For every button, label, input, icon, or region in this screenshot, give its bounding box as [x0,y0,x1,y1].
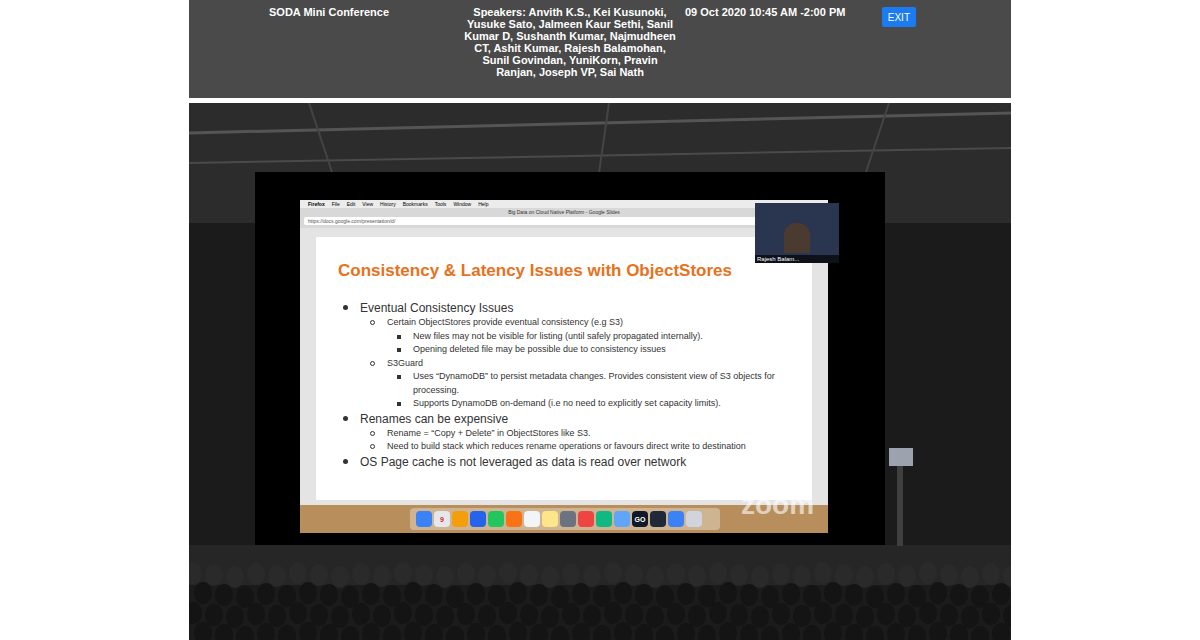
bullet-item: S3GuardUses “DynamoDB” to persist metada… [370,357,790,411]
dock-app-icon[interactable] [416,511,432,527]
menu-item[interactable]: View [362,201,373,207]
address-bar[interactable]: https://docs.google.com/presentation/d/ [304,217,824,225]
projection-screen: Firefox File Edit View History Bookmarks Tools… [255,172,885,545]
dock-app-icon[interactable] [668,511,684,527]
dock-app-icon[interactable] [542,511,558,527]
bullet-ring-icon [370,431,375,436]
dock-app-icon[interactable] [578,511,594,527]
bullet-item: Renames can be expensiveRename = “Copy +… [343,411,790,454]
bullet-list: New files may not be visible for listing… [397,330,790,357]
dock-app-icon[interactable] [560,511,576,527]
bullet-item: New files may not be visible for listing… [397,330,790,344]
dock-app-icon[interactable] [506,511,522,527]
bullet-list: Uses “DynamoDB” to persist metadata chan… [397,370,790,411]
menu-item[interactable]: Edit [347,201,356,207]
dock-app-icon[interactable]: GO [632,511,648,527]
bullet-text: Certain ObjectStores provide eventual co… [387,316,623,330]
bullet-item: Rename = “Copy + Delete” in ObjectStores… [370,427,790,441]
speaker-video-frame [784,223,810,253]
bullet-text: Need to build stack which reduces rename… [387,440,746,454]
speaker-video-thumbnail: Rajesh Balam... [755,203,839,263]
bullet-dot-icon [343,416,348,421]
menu-item[interactable]: Window [453,201,471,207]
bullet-list: Rename = “Copy + Delete” in ObjectStores… [370,427,790,454]
bullet-text: Opening deleted file may be possible due… [413,343,666,357]
screen-share: Firefox File Edit View History Bookmarks Tools… [300,200,828,533]
menu-item[interactable]: Bookmarks [403,201,428,207]
bullet-text: Uses “DynamoDB” to persist metadata chan… [413,370,790,397]
bullet-ring-icon [370,320,375,325]
dock-app-icon[interactable] [452,511,468,527]
bullet-square-icon [397,375,401,379]
bullet-text: Rename = “Copy + Delete” in ObjectStores… [387,427,591,441]
mac-menu-bar: Firefox File Edit View History Bookmarks Tools… [300,200,828,208]
dock-app-icon[interactable] [650,511,666,527]
dock-app-icon[interactable] [524,511,540,527]
zoom-watermark: zoom [741,490,814,520]
exit-button[interactable]: EXIT [882,7,916,27]
dock: 9 GO [410,508,720,530]
slide: Consistency & Latency Issues with Object… [316,237,812,500]
bullet-square-icon [397,348,401,352]
dock-app-icon[interactable] [596,511,612,527]
bullet-item: OS Page cache is not leveraged as data i… [343,454,790,470]
menu-item[interactable]: Firefox [308,201,325,207]
browser-title: Big Data on Cloud Native Platform - Goog… [304,208,824,216]
bullet-list: Certain ObjectStores provide eventual co… [370,316,790,411]
dock-app-icon[interactable] [614,511,630,527]
speakers-list: Speakers: Anvith K.S., Kei Kusunoki, Yus… [463,6,677,78]
bullet-item: Eventual Consistency IssuesCertain Objec… [343,300,790,411]
bullet-text: S3Guard [387,357,423,371]
bullet-square-icon [397,402,401,406]
dock-app-icon[interactable]: 9 [434,511,450,527]
speaker-name-label: Rajesh Balam... [755,255,839,263]
bullet-text: Supports DynamoDB on-demand (i.e no need… [413,397,721,411]
menu-item[interactable]: Tools [435,201,447,207]
conference-header: SODA Mini ConferenceSpeakers: Anvith K.S… [189,0,1011,98]
dock-app-icon[interactable] [686,511,702,527]
bullet-item: Opening deleted file may be possible due… [397,343,790,357]
dock-app-icon[interactable] [470,511,486,527]
bullet-item: Uses “DynamoDB” to persist metadata chan… [397,370,790,397]
bullet-text: New files may not be visible for listing… [413,330,703,344]
slide-area: Consistency & Latency Issues with Object… [300,228,828,505]
bullet-dot-icon [343,305,348,310]
stage-photo: Firefox File Edit View History Bookmarks Tools… [189,103,1011,640]
bullet-item: Certain ObjectStores provide eventual co… [370,316,790,357]
bullet-text: Eventual Consistency Issues [360,300,513,316]
bullet-item: Supports DynamoDB on-demand (i.e no need… [397,397,790,411]
bullet-ring-icon [370,361,375,366]
bullet-dot-icon [343,459,348,464]
bullet-ring-icon [370,444,375,449]
menu-item[interactable]: History [380,201,396,207]
conference-title: SODA Mini Conference [269,6,463,18]
session-datetime: 09 Oct 2020 10:45 AM -2:00 PM [685,6,845,18]
bullet-list: Eventual Consistency IssuesCertain Objec… [343,300,790,470]
dock-app-icon[interactable] [488,511,504,527]
bullet-text: Renames can be expensive [360,411,508,427]
bullet-text: OS Page cache is not leveraged as data i… [360,454,686,470]
page: SODA Mini ConferenceSpeakers: Anvith K.S… [0,0,1200,640]
menu-item[interactable]: Help [478,201,488,207]
slide-title: Consistency & Latency Issues with Object… [338,259,790,283]
bullet-square-icon [397,335,401,339]
browser-toolbar: Big Data on Cloud Native Platform - Goog… [300,208,828,228]
menu-item[interactable]: File [332,201,340,207]
bullet-item: Need to build stack which reduces rename… [370,440,790,454]
